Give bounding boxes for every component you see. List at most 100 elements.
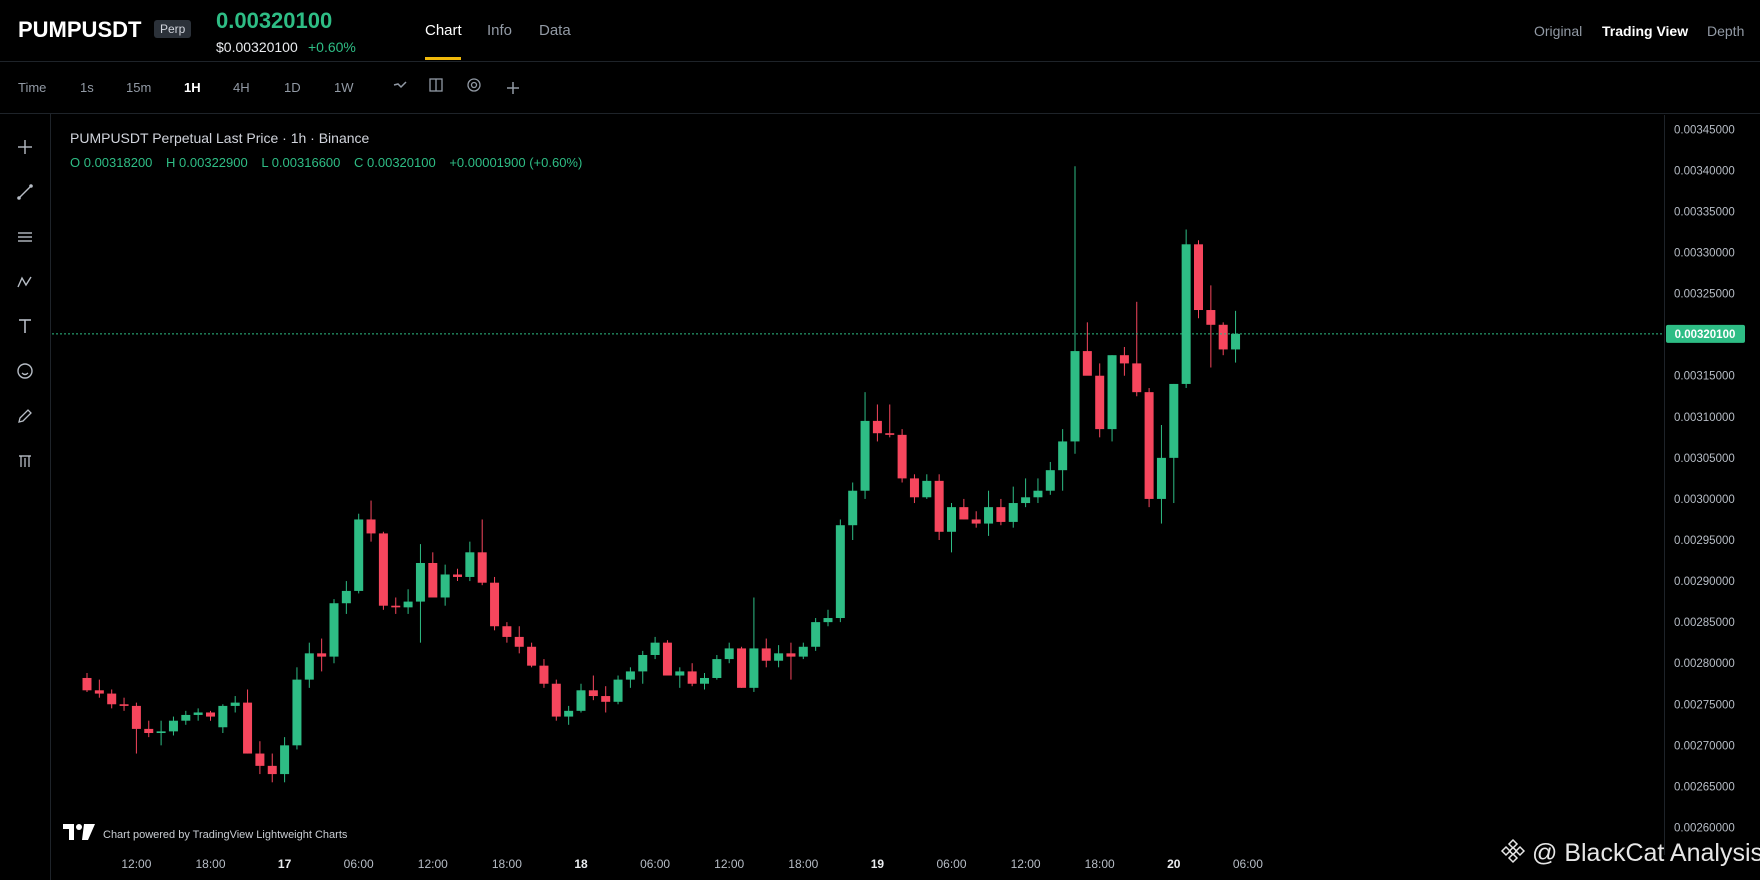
candle-body (94, 690, 104, 694)
candle (94, 679, 104, 698)
candle-body (564, 710, 574, 717)
candle (428, 552, 438, 598)
candle-body (292, 679, 302, 746)
candle (477, 519, 487, 586)
candle (872, 404, 882, 442)
candle-body (218, 705, 228, 728)
candle (304, 642, 314, 688)
candle-body (1119, 355, 1129, 364)
candle-body (378, 533, 388, 606)
time-tick-label: 18:00 (195, 857, 225, 871)
candle (218, 704, 228, 734)
candle-body (230, 702, 240, 706)
time-tick-label: 18:00 (492, 857, 522, 871)
candle-body (255, 753, 265, 766)
candle (267, 753, 277, 783)
candle-body (848, 490, 858, 526)
candle (700, 673, 709, 690)
candle-body (712, 659, 722, 678)
candle-body (1095, 375, 1105, 430)
candle (1021, 478, 1031, 508)
candle (811, 618, 821, 651)
time-tick-label: 12:00 (121, 857, 151, 871)
candle-body (601, 696, 611, 702)
candle (502, 622, 512, 643)
candle (675, 667, 685, 688)
candle-body (341, 590, 351, 604)
candles-group (82, 166, 1241, 783)
candle (1107, 355, 1117, 442)
binance-diamond-icon (1500, 838, 1526, 864)
ohlc-change: +0.00001900 (+0.60%) (449, 155, 583, 170)
time-tick-label: 12:00 (1011, 857, 1041, 871)
candle-body (206, 712, 215, 717)
candle (181, 710, 191, 725)
candle-body (1107, 355, 1117, 430)
candle (1156, 425, 1166, 524)
candle (564, 705, 574, 725)
candle (1082, 322, 1092, 376)
candle (712, 654, 722, 680)
time-tick-label: 12:00 (714, 857, 744, 871)
candle (687, 663, 697, 687)
candle-body (984, 507, 994, 524)
candle-body (811, 622, 821, 647)
candle-body (588, 690, 598, 697)
candle-body (1156, 457, 1166, 499)
price-axis[interactable] (1664, 115, 1760, 855)
candle (1132, 301, 1142, 397)
candle-body (798, 646, 808, 657)
tradingview-logo-icon[interactable] (62, 822, 96, 842)
candle-body (1194, 244, 1203, 311)
candle-body (280, 745, 290, 775)
candle (922, 474, 932, 499)
candle (366, 500, 376, 542)
candle-body (465, 552, 475, 577)
candle-body (82, 677, 92, 691)
candle (1045, 461, 1055, 495)
candle-body (1206, 310, 1216, 325)
candle-body (156, 731, 166, 734)
candle-body (1021, 497, 1031, 504)
candle (119, 697, 129, 711)
time-tick-label: 18:00 (788, 857, 818, 871)
powered-by-text: Chart powered by TradingView Lightweight… (103, 829, 348, 841)
candle (453, 568, 462, 582)
candle (193, 708, 203, 721)
candle (1095, 363, 1105, 438)
candle-body (675, 671, 685, 676)
candle-body (1218, 324, 1228, 350)
ohlc-high: H 0.00322900 (166, 155, 248, 170)
candle-body (193, 712, 203, 715)
chart-legend-title: PUMPUSDT Perpetual Last Price · 1h · Bin… (70, 130, 370, 146)
candle (1058, 429, 1068, 491)
candle-body (947, 507, 956, 532)
time-tick-label: 06:00 (1233, 857, 1263, 871)
candle (1119, 346, 1129, 376)
candle-body (1045, 470, 1055, 491)
candle-body (181, 714, 191, 721)
candle-body (724, 648, 734, 660)
candle (82, 673, 92, 692)
candle-body (131, 705, 141, 729)
candle (280, 737, 290, 783)
time-tick-label: 20 (1167, 857, 1181, 871)
ohlc-open: O 0.00318200 (70, 155, 153, 170)
candle (774, 645, 784, 668)
candle-body (527, 646, 537, 666)
candle-body (107, 693, 117, 705)
candle-body (625, 671, 635, 680)
candle-body (687, 671, 697, 684)
candle (354, 513, 364, 594)
candle-body (354, 519, 364, 591)
candle-body (551, 683, 561, 717)
candle (786, 642, 796, 680)
candle-body (996, 507, 1006, 522)
candle (317, 638, 327, 672)
candle (1181, 229, 1191, 389)
candle-body (317, 653, 327, 657)
ohlc-legend: O 0.00318200 H 0.00322900 L 0.00316600 C… (70, 155, 592, 170)
candle-body (329, 603, 339, 657)
candle (440, 564, 450, 606)
candle (292, 667, 302, 750)
